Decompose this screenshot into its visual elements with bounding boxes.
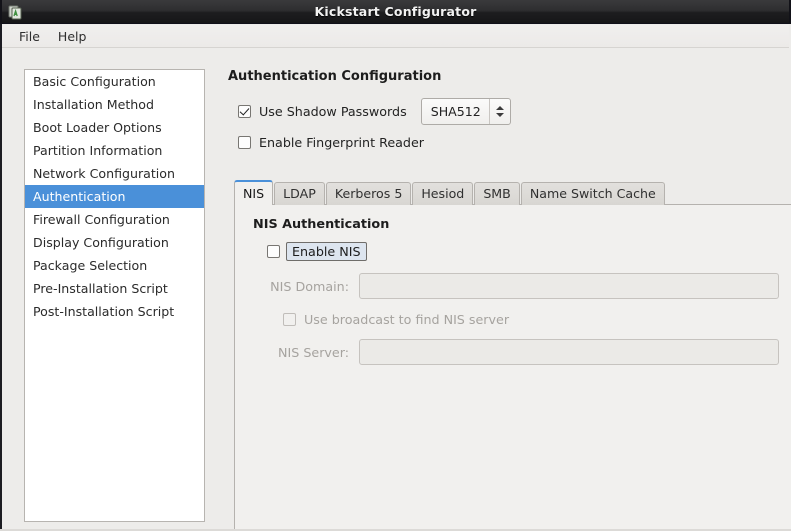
sidebar-item-display-configuration[interactable]: Display Configuration bbox=[25, 231, 204, 254]
tab-ldap[interactable]: LDAP bbox=[274, 182, 325, 205]
use-broadcast-row: Use broadcast to find NIS server bbox=[283, 312, 791, 327]
tab-kerberos-5[interactable]: Kerberos 5 bbox=[325, 182, 412, 205]
sidebar-item-installation-method[interactable]: Installation Method bbox=[25, 93, 204, 116]
tab-hesiod[interactable]: Hesiod bbox=[412, 182, 474, 205]
sidebar-item-network-configuration[interactable]: Network Configuration bbox=[25, 162, 204, 185]
fingerprint-reader-row: Enable Fingerprint Reader bbox=[238, 135, 789, 150]
enable-fingerprint-reader-checkbox[interactable] bbox=[238, 136, 251, 149]
tab-name-switch-cache[interactable]: Name Switch Cache bbox=[520, 182, 665, 205]
menu-bar: File Help bbox=[2, 25, 789, 48]
use-shadow-passwords-checkbox[interactable] bbox=[238, 105, 251, 118]
window-title: Kickstart Configurator bbox=[314, 4, 477, 19]
nis-domain-label: NIS Domain: bbox=[270, 278, 349, 294]
nis-domain-input bbox=[359, 273, 779, 299]
section-list[interactable]: Basic Configuration Installation Method … bbox=[24, 69, 205, 522]
menu-item-help[interactable]: Help bbox=[49, 27, 96, 46]
enable-nis-checkbox[interactable] bbox=[267, 245, 280, 258]
hash-algorithm-combobox[interactable]: SHA512 bbox=[420, 98, 511, 125]
nis-server-input bbox=[359, 339, 779, 365]
sidebar-item-post-installation-script[interactable]: Post-Installation Script bbox=[25, 300, 204, 323]
app-document-icon bbox=[7, 4, 23, 20]
enable-nis-label[interactable]: Enable NIS bbox=[286, 242, 367, 261]
window-edge-left bbox=[0, 0, 2, 24]
sidebar-item-package-selection[interactable]: Package Selection bbox=[25, 254, 204, 277]
use-broadcast-label: Use broadcast to find NIS server bbox=[304, 312, 510, 327]
sidebar-item-partition-information[interactable]: Partition Information bbox=[25, 139, 204, 162]
nis-section-title: NIS Authentication bbox=[253, 217, 390, 232]
sidebar-item-firewall-configuration[interactable]: Firewall Configuration bbox=[25, 208, 204, 231]
application-window: Kickstart Configurator File Help Basic C… bbox=[0, 0, 791, 531]
tab-strip: NIS LDAP Kerberos 5 Hesiod SMB Name Swit… bbox=[234, 180, 791, 205]
nis-server-row: NIS Server: bbox=[253, 339, 791, 365]
sidebar-item-boot-loader-options[interactable]: Boot Loader Options bbox=[25, 116, 204, 139]
hash-algorithm-value: SHA512 bbox=[430, 104, 481, 119]
auth-notebook: NIS LDAP Kerberos 5 Hesiod SMB Name Swit… bbox=[234, 180, 791, 531]
title-bar[interactable]: Kickstart Configurator bbox=[0, 0, 791, 24]
page-title: Authentication Configuration bbox=[228, 69, 442, 84]
use-broadcast-checkbox bbox=[283, 313, 296, 326]
enable-fingerprint-reader-label: Enable Fingerprint Reader bbox=[259, 135, 425, 150]
shadow-passwords-row: Use Shadow Passwords SHA512 bbox=[238, 98, 789, 125]
menu-item-file[interactable]: File bbox=[10, 27, 49, 46]
sidebar-item-authentication[interactable]: Authentication bbox=[25, 185, 204, 208]
sidebar-item-pre-installation-script[interactable]: Pre-Installation Script bbox=[25, 277, 204, 300]
tab-smb[interactable]: SMB bbox=[474, 182, 520, 205]
tab-nis[interactable]: NIS bbox=[234, 180, 274, 205]
nis-server-label: NIS Server: bbox=[278, 344, 349, 360]
nis-tab-panel: NIS Authentication Enable NIS NIS Domain… bbox=[234, 204, 791, 531]
spinner-updown-icon[interactable] bbox=[490, 106, 510, 117]
window-body: Basic Configuration Installation Method … bbox=[2, 48, 791, 531]
sidebar-item-basic-configuration[interactable]: Basic Configuration bbox=[25, 70, 204, 93]
use-shadow-passwords-label: Use Shadow Passwords bbox=[259, 104, 407, 119]
nis-domain-row: NIS Domain: bbox=[253, 273, 791, 299]
enable-nis-row: Enable NIS bbox=[267, 242, 791, 261]
main-content: Authentication Configuration Use Shadow … bbox=[224, 69, 791, 531]
